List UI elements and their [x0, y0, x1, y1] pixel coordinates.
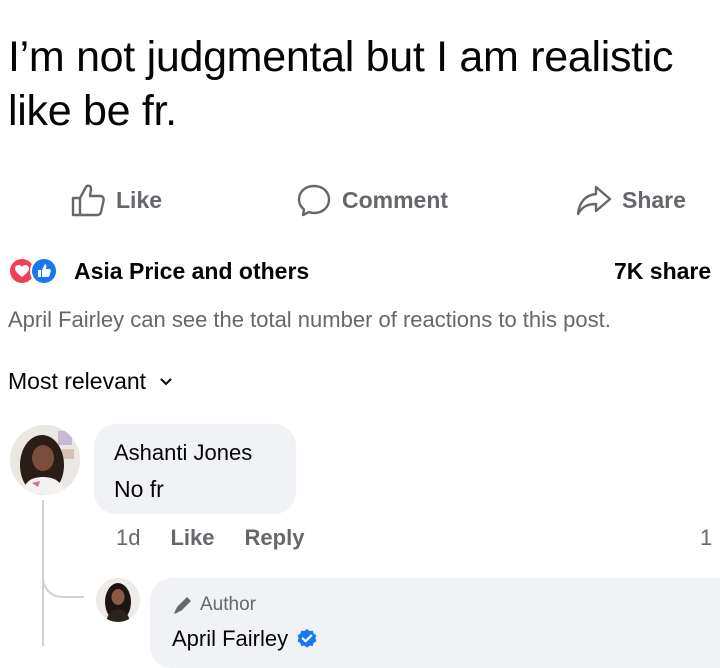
author-badge-label: Author [200, 594, 256, 615]
comment-text: No fr [114, 476, 164, 502]
thumbs-up-icon [71, 184, 105, 217]
comment-icon [297, 184, 331, 217]
reply-author[interactable]: April Fairley [172, 626, 288, 652]
sort-label: Most relevant [8, 368, 147, 394]
comment-button[interactable]: Comment [296, 178, 448, 222]
post-actions-bar: Like Comment Share [0, 178, 720, 222]
comment-bubble: Ashanti Jones No fr [94, 424, 296, 514]
chevron-down-icon [160, 378, 172, 385]
reply-author-row: April Fairley [172, 626, 318, 652]
comment-label: Comment [342, 186, 449, 213]
share-label: Share [622, 186, 686, 213]
comment-time[interactable]: 1d [116, 525, 140, 551]
comment-reaction-count[interactable]: 1 [700, 522, 712, 554]
thumbs-up-reaction-icon [30, 257, 58, 285]
comment-sort-dropdown[interactable]: Most relevant [8, 368, 172, 395]
like-label: Like [116, 186, 163, 213]
thread-connector [42, 548, 84, 598]
pencil-icon [174, 597, 191, 614]
reply-bubble: Author April Fairley [150, 578, 720, 668]
reply-avatar[interactable] [96, 578, 140, 622]
comment-like-button[interactable]: Like [170, 525, 214, 551]
post-text: I’m not judgmental but I am realistic li… [8, 33, 674, 135]
shares-count[interactable]: 7K share [614, 255, 711, 287]
share-icon [576, 185, 612, 216]
reactions-summary: Asia Price and others 7K share [0, 255, 720, 287]
author-badge: Author [172, 594, 256, 616]
comment-author[interactable]: Ashanti Jones [114, 440, 252, 466]
share-button[interactable]: Share [576, 178, 686, 222]
reaction-icons[interactable] [8, 257, 68, 285]
avatar[interactable] [10, 425, 80, 495]
comment-meta: 1d Like Reply [116, 522, 334, 554]
reactions-visibility-note: April Fairley can see the total number o… [8, 307, 611, 332]
like-button[interactable]: Like [70, 178, 162, 222]
reactors-text[interactable]: Asia Price and others [74, 255, 309, 287]
comment-reply-button[interactable]: Reply [245, 525, 305, 551]
verified-badge-icon [297, 629, 317, 648]
